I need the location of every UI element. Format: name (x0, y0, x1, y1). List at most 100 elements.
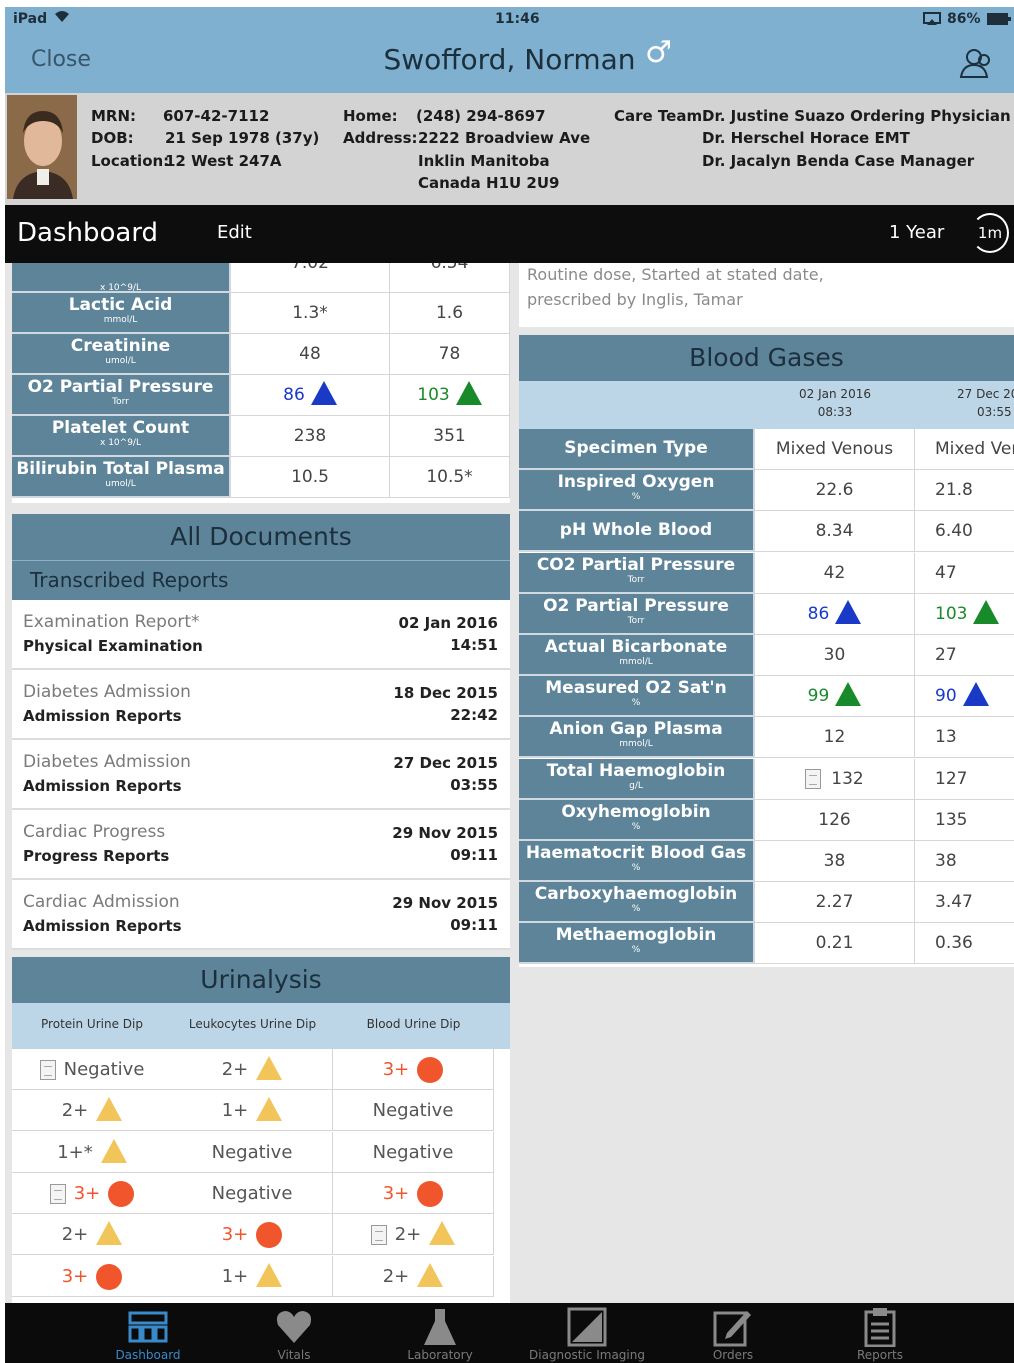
blood-gas-value-cell[interactable]: Mixed Venous (915, 429, 1014, 470)
urinalysis-cell[interactable]: Negative (333, 1131, 494, 1173)
lab-value: 1.3* (292, 303, 328, 323)
blood-gas-value-cell[interactable]: 38 (755, 841, 915, 882)
urinalysis-cell[interactable]: 1+* (12, 1131, 173, 1173)
tab-dashboard[interactable]: Dashboard (73, 1303, 223, 1363)
blood-gas-value-cell[interactable]: 12 (755, 717, 915, 759)
urinalysis-cell[interactable]: 2+ (333, 1214, 494, 1256)
tab-vitals[interactable]: Vitals (219, 1303, 369, 1363)
urinalysis-cell[interactable]: 2+ (172, 1049, 333, 1090)
tab-diagnostic-imaging[interactable]: Diagnostic Imaging (512, 1303, 662, 1363)
tab-laboratory[interactable]: Laboratory (365, 1303, 515, 1363)
urinalysis-cell[interactable]: 3+ (333, 1172, 494, 1214)
urinalysis-value: 3+ (73, 1182, 101, 1204)
edit-button[interactable]: Edit (217, 222, 252, 243)
blood-gas-value-cell[interactable]: 127 (915, 758, 1014, 800)
urinalysis-cell[interactable]: Negative (12, 1049, 173, 1090)
lab-value: 86 (283, 385, 305, 405)
lab-unit: Torr (112, 397, 129, 407)
blood-gas-value: 127 (935, 768, 968, 789)
lab-value-cell[interactable]: 103 (390, 375, 510, 416)
urinalysis-cell[interactable]: Negative (333, 1090, 494, 1132)
blood-gas-value-cell[interactable]: 21.8 (915, 470, 1014, 512)
tab-label: Laboratory (407, 1348, 473, 1362)
lab-value-cell[interactable]: 48 (231, 334, 390, 375)
urinalysis-cell[interactable]: 2+ (12, 1214, 173, 1256)
blood-gas-value-cell[interactable]: 99 (755, 676, 915, 718)
blood-gas-value-cell[interactable]: 2.27 (755, 882, 915, 924)
document-row[interactable]: Examination Report* Physical Examination 0… (12, 600, 510, 670)
tab-reports[interactable]: Reports (805, 1303, 955, 1363)
blood-gas-value-cell[interactable]: 86 (755, 593, 915, 635)
medication-note-line: prescribed by Inglis, Tamar (527, 290, 743, 309)
document-row[interactable]: Cardiac Progress Progress Reports 29 Nov 2… (12, 810, 510, 880)
blood-gas-value-cell[interactable]: 135 (915, 799, 1014, 841)
blood-gas-value-cell[interactable]: 30 (755, 635, 915, 676)
blood-gas-value-cell[interactable]: 103 (915, 593, 1014, 635)
urinalysis-value: 2+ (61, 1100, 89, 1122)
lab-value-cell[interactable]: 1.6 (390, 293, 510, 334)
blood-gas-value-cell[interactable]: 13 (915, 717, 1014, 759)
urinalysis-cell[interactable]: 2+ (333, 1255, 494, 1297)
urinalysis-cell[interactable]: 1+ (172, 1255, 333, 1297)
document-row[interactable]: Cardiac Admission Admission Reports 29 Nov… (12, 880, 510, 950)
blood-gas-value-cell[interactable]: 22.6 (755, 470, 915, 512)
blood-gas-value-cell[interactable]: 6.40 (915, 511, 1014, 553)
blood-gas-value-cell[interactable]: 47 (915, 552, 1014, 594)
blood-gas-value-cell[interactable]: Mixed Venous (755, 429, 915, 470)
lab-value-cell[interactable]: 7.02 (231, 263, 390, 293)
blood-gas-value-cell[interactable]: 27 (915, 635, 1014, 676)
urinalysis-cell[interactable]: 3+ (172, 1214, 333, 1256)
blood-gas-value-cell[interactable]: 42 (755, 552, 915, 594)
blood-gas-value: 42 (823, 562, 846, 583)
address-label: Address: (343, 129, 418, 147)
dob-label: DOB: (91, 129, 134, 147)
urinalysis-value: 2+ (382, 1265, 410, 1287)
time-range-label[interactable]: 1 Year (889, 222, 944, 243)
tab-orders[interactable]: Orders (658, 1303, 808, 1363)
blood-gas-value-cell[interactable]: 0.36 (915, 923, 1014, 965)
blood-gas-value-cell[interactable]: 0.21 (755, 923, 915, 965)
blood-gas-value-cell[interactable]: 90 (915, 676, 1014, 718)
lab-value-cell[interactable]: 10.5 (231, 457, 390, 498)
lab-value-cell[interactable]: 238 (231, 416, 390, 457)
urinalysis-cell[interactable]: 2+ (12, 1090, 173, 1132)
tab-label: Orders (712, 1348, 754, 1362)
urinalysis-cell[interactable]: Negative (172, 1131, 333, 1173)
lab-value-cell[interactable]: 78 (390, 334, 510, 375)
blood-gas-value-cell[interactable]: 126 (755, 799, 915, 841)
document-row[interactable]: Diabetes Admission Admission Reports 18 De… (12, 670, 510, 740)
lab-value-cell[interactable]: 351 (390, 416, 510, 457)
location-label: Location: (91, 152, 170, 170)
urinalysis-cell[interactable]: 1+ (172, 1090, 333, 1132)
document-row[interactable]: Diabetes Admission Admission Reports 27 De… (12, 740, 510, 810)
document-title: Cardiac Admission (23, 892, 180, 912)
lab-value-cell[interactable]: 6.54 (390, 263, 510, 293)
blood-gas-unit: % (631, 945, 641, 956)
lab-unit: umol/L (105, 356, 136, 366)
lab-value-cell[interactable]: 1.3* (231, 293, 390, 334)
lab-value-cell[interactable]: 86 (231, 375, 390, 416)
time-range-dial[interactable]: 1m (971, 213, 1009, 253)
warning-icon (256, 1262, 283, 1287)
urinalysis-value: Negative (211, 1141, 293, 1163)
blood-gas-value-cell[interactable]: 132 (755, 758, 915, 800)
lab-value-cell[interactable]: 10.5* (390, 457, 510, 498)
urinalysis-cell[interactable]: 3+ (12, 1255, 173, 1297)
care-team-icon[interactable] (957, 45, 997, 81)
lab-name: Creatinine (70, 336, 171, 356)
urinalysis-cell[interactable]: 3+ (333, 1049, 494, 1090)
blood-gas-value-cell[interactable]: 3.47 (915, 882, 1014, 924)
warning-icon (256, 1097, 283, 1122)
blood-gas-unit: Torr (627, 615, 645, 626)
blood-gas-value-cell[interactable]: 8.34 (755, 511, 915, 553)
urinalysis-cell[interactable]: Negative (172, 1172, 333, 1214)
home-phone[interactable]: (248) 294-8697 (416, 107, 546, 125)
blood-gas-value-cell[interactable]: 38 (915, 841, 1014, 882)
dashboard-content[interactable]: x 10^9/L 7.02 6.54 Lactic Acid mmol/L 1.3*… (5, 263, 1014, 1303)
blood-gas-value: 30 (823, 645, 846, 665)
blood-gas-unit: Torr (627, 574, 645, 585)
medication-note-card[interactable]: Routine dose, Started at stated date, pr… (519, 263, 1014, 327)
urinalysis-cell[interactable]: 3+ (12, 1172, 173, 1214)
blood-gas-value: 103 (935, 603, 968, 624)
care-team-member: Dr. Jacalyn Benda Case Manager (702, 152, 975, 170)
